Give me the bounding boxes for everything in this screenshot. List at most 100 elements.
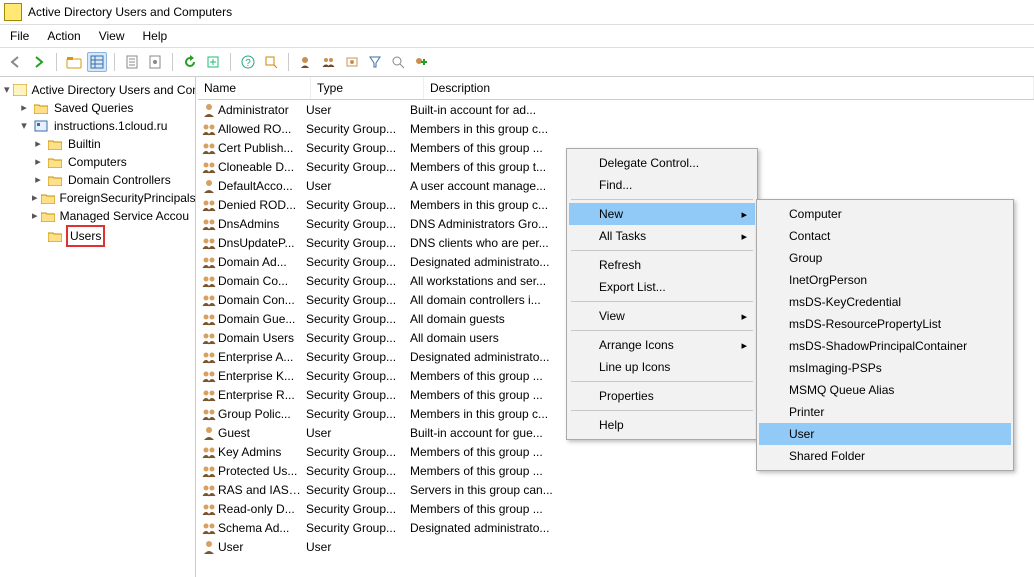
forward-button[interactable] [29, 52, 49, 72]
list-row[interactable]: RAS and IAS ...Security Group...Servers … [198, 480, 1034, 499]
cell-name: Domain Con... [218, 293, 306, 307]
new-container-button[interactable] [64, 52, 84, 72]
ctx-properties[interactable]: Properties [569, 385, 755, 407]
new-ou-icon[interactable] [342, 52, 362, 72]
expand-icon[interactable]: ▸ [32, 171, 44, 189]
group-icon [200, 159, 218, 175]
ctx-new-shared-folder[interactable]: Shared Folder [759, 445, 1011, 467]
menu-file[interactable]: File [8, 27, 31, 45]
collapse-icon[interactable]: ▾ [18, 117, 30, 135]
ctx-new-printer[interactable]: Printer [759, 401, 1011, 423]
cell-name: Denied ROD... [218, 198, 306, 212]
list-row[interactable]: Read-only D...Security Group...Members o… [198, 499, 1034, 518]
col-name[interactable]: Name [198, 77, 311, 99]
toolbar-separator [172, 53, 173, 71]
cell-name: DefaultAcco... [218, 179, 306, 193]
tree-saved-queries[interactable]: ▸ Saved Queries [14, 99, 195, 117]
tree-item-builtin[interactable]: ▸Builtin [28, 135, 195, 153]
ctx-new-inetorgperson[interactable]: InetOrgPerson [759, 269, 1011, 291]
ctx-new-msds-resourcepropertylist[interactable]: msDS-ResourcePropertyList [759, 313, 1011, 335]
context-submenu-new: ComputerContactGroupInetOrgPersonmsDS-Ke… [756, 199, 1014, 471]
expand-icon[interactable]: ▸ [32, 189, 38, 207]
help-button[interactable]: ? [238, 52, 258, 72]
cell-type: Security Group... [306, 160, 410, 174]
expand-icon[interactable]: ▸ [18, 99, 30, 117]
add-to-group-icon[interactable] [411, 52, 431, 72]
menu-help[interactable]: Help [141, 27, 170, 45]
cell-name: Enterprise A... [218, 350, 306, 364]
tree-label: Users [66, 225, 105, 247]
expand-icon[interactable]: ▸ [32, 153, 44, 171]
tree-item-users[interactable]: Users [28, 225, 195, 247]
expand-icon[interactable]: ▸ [32, 207, 38, 225]
cell-name: Cloneable D... [218, 160, 306, 174]
tree-label: instructions.1cloud.ru [52, 117, 169, 135]
group-icon [200, 520, 218, 536]
group-icon [200, 140, 218, 156]
tree-item-foreignsecurityprincipals[interactable]: ▸ForeignSecurityPrincipals [28, 189, 195, 207]
tree-item-domain controllers[interactable]: ▸Domain Controllers [28, 171, 195, 189]
ctx-new-user[interactable]: User [759, 423, 1011, 445]
cell-name: Domain Gue... [218, 312, 306, 326]
col-desc[interactable]: Description [424, 77, 1034, 99]
collapse-icon[interactable]: ▾ [4, 81, 10, 99]
tree-label: Computers [66, 153, 129, 171]
folder-icon [47, 155, 63, 169]
tree-root[interactable]: ▾ Active Directory Users and Com [0, 81, 195, 99]
ctx-view[interactable]: View [569, 305, 755, 327]
col-type[interactable]: Type [311, 77, 424, 99]
ctx-new-contact[interactable]: Contact [759, 225, 1011, 247]
cell-name: Allowed RO... [218, 122, 306, 136]
filter-button[interactable] [365, 52, 385, 72]
refresh-button[interactable] [180, 52, 200, 72]
menu-action[interactable]: Action [45, 27, 82, 45]
group-icon [200, 292, 218, 308]
properties-button[interactable] [145, 52, 165, 72]
list-row[interactable]: AdministratorUserBuilt-in account for ad… [198, 100, 1034, 119]
folder-icon [47, 229, 63, 243]
tree-item-computers[interactable]: ▸ Computers [28, 153, 195, 171]
folder-icon [41, 191, 55, 205]
ctx-new-msds-keycredential[interactable]: msDS-KeyCredential [759, 291, 1011, 313]
ctx-delegate-control-[interactable]: Delegate Control... [569, 152, 755, 174]
ctx-new-computer[interactable]: Computer [759, 203, 1011, 225]
cut-button[interactable] [122, 52, 142, 72]
new-group-icon[interactable] [319, 52, 339, 72]
ctx-export-list-[interactable]: Export List... [569, 276, 755, 298]
ctx-refresh[interactable]: Refresh [569, 254, 755, 276]
cell-name: Guest [218, 426, 306, 440]
tree-panel[interactable]: ▾ Active Directory Users and Com ▸ Saved… [0, 77, 196, 577]
menu-view[interactable]: View [97, 27, 127, 45]
search-button[interactable] [388, 52, 408, 72]
tree-label: Saved Queries [52, 99, 135, 117]
ctx-new-msmq-queue-alias[interactable]: MSMQ Queue Alias [759, 379, 1011, 401]
cell-type: Security Group... [306, 198, 410, 212]
group-icon [200, 311, 218, 327]
cell-type: Security Group... [306, 502, 410, 516]
ctx-new-msds-shadowprincipalcontainer[interactable]: msDS-ShadowPrincipalContainer [759, 335, 1011, 357]
list-row[interactable]: UserUser [198, 537, 1034, 556]
cell-name: Group Polic... [218, 407, 306, 421]
ctx-all-tasks[interactable]: All Tasks [569, 225, 755, 247]
new-user-icon[interactable] [296, 52, 316, 72]
menu-separator [571, 410, 753, 411]
list-header: Name Type Description [198, 77, 1034, 100]
ctx-line-up-icons[interactable]: Line up Icons [569, 356, 755, 378]
ctx-new-msimaging-psps[interactable]: msImaging-PSPs [759, 357, 1011, 379]
tree-domain[interactable]: ▾ instructions.1cloud.ru [14, 117, 195, 135]
expand-icon[interactable]: ▸ [32, 135, 44, 153]
menu-separator [571, 250, 753, 251]
ctx-new[interactable]: New [569, 203, 755, 225]
tree-item-managed service accou[interactable]: ▸Managed Service Accou [28, 207, 195, 225]
ctx-find-[interactable]: Find... [569, 174, 755, 196]
list-row[interactable]: Allowed RO...Security Group...Members in… [198, 119, 1034, 138]
ctx-new-group[interactable]: Group [759, 247, 1011, 269]
cell-name: Enterprise K... [218, 369, 306, 383]
find-button[interactable] [261, 52, 281, 72]
list-row[interactable]: Schema Ad...Security Group...Designated … [198, 518, 1034, 537]
ctx-arrange-icons[interactable]: Arrange Icons [569, 334, 755, 356]
back-button[interactable] [6, 52, 26, 72]
ctx-help[interactable]: Help [569, 414, 755, 436]
details-view-button[interactable] [87, 52, 107, 72]
export-button[interactable] [203, 52, 223, 72]
